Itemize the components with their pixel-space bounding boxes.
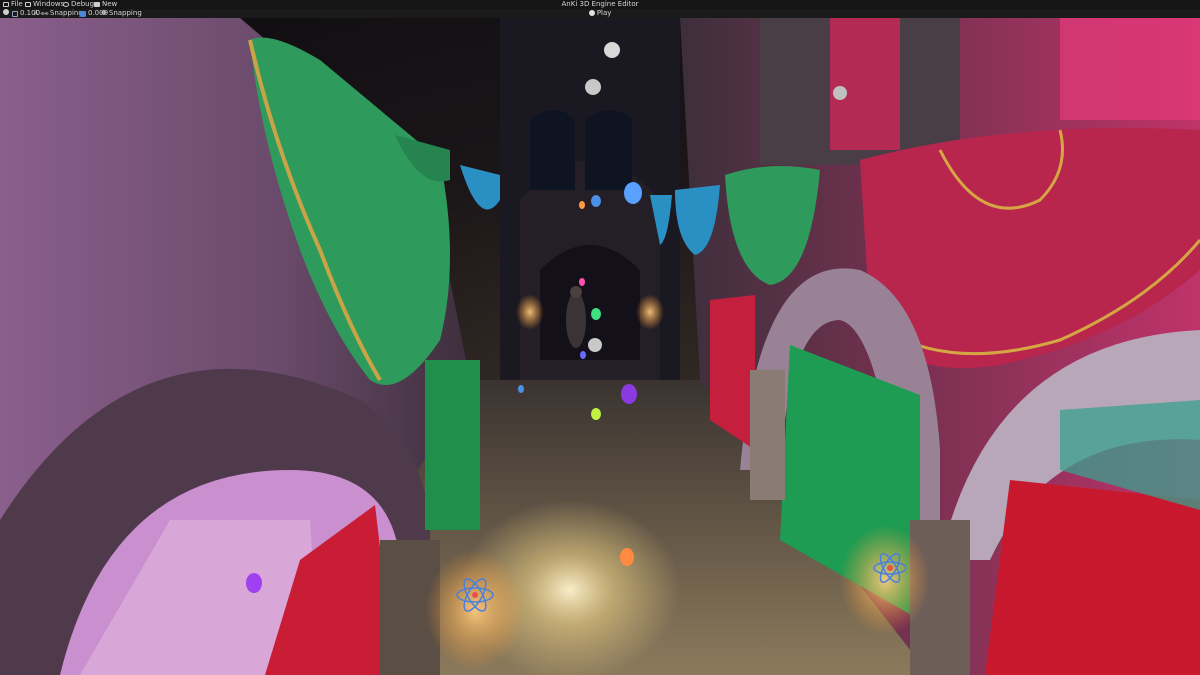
menu-windows-label: Windows [33,0,65,8]
rotate-snap-toggle[interactable]: ⅄ ⌯⌯ Snapping [34,9,83,18]
rotate-icon: ⅄ [34,9,39,17]
window-icon [25,2,31,7]
scene-viewport[interactable] [0,18,1200,675]
rotate-snap-label: Snapping [49,9,83,17]
play-control: Play [0,9,1200,18]
snapping-label: Snapping [108,9,142,17]
bug-icon [63,2,69,7]
menu-windows[interactable]: Windows [25,0,64,9]
snap-icon: ⌯⌯ [40,10,49,17]
gear-icon [3,9,9,15]
scale-icon [80,10,86,17]
play-button-label[interactable]: Play [597,9,612,17]
gear-button[interactable] [3,9,9,15]
menu-debug-label: Debug [71,0,95,8]
menu-new[interactable]: New [94,0,117,9]
menu-file[interactable]: File [3,0,23,9]
menu-new-label: New [102,0,118,8]
snapping-toggle[interactable]: ✥ Snapping [101,9,142,18]
snap-icon: ✥ [101,9,107,17]
new-icon [94,2,100,7]
menu-bar: File Windows Debug New AnKi 3D Engine Ed… [0,0,1200,9]
play-icon[interactable] [588,10,595,16]
translate-icon [12,10,18,17]
toolbar: 0.100 ⅄ ⌯⌯ Snapping 0.000 ✥ Snapping Pla… [0,9,1200,18]
menu-file-label: File [11,0,23,8]
file-icon [3,2,9,7]
editor-window: File Windows Debug New AnKi 3D Engine Ed… [0,0,1200,675]
scene-render [0,18,1200,675]
menu-debug[interactable]: Debug [63,0,94,9]
window-title: AnKi 3D Engine Editor [561,0,639,8]
